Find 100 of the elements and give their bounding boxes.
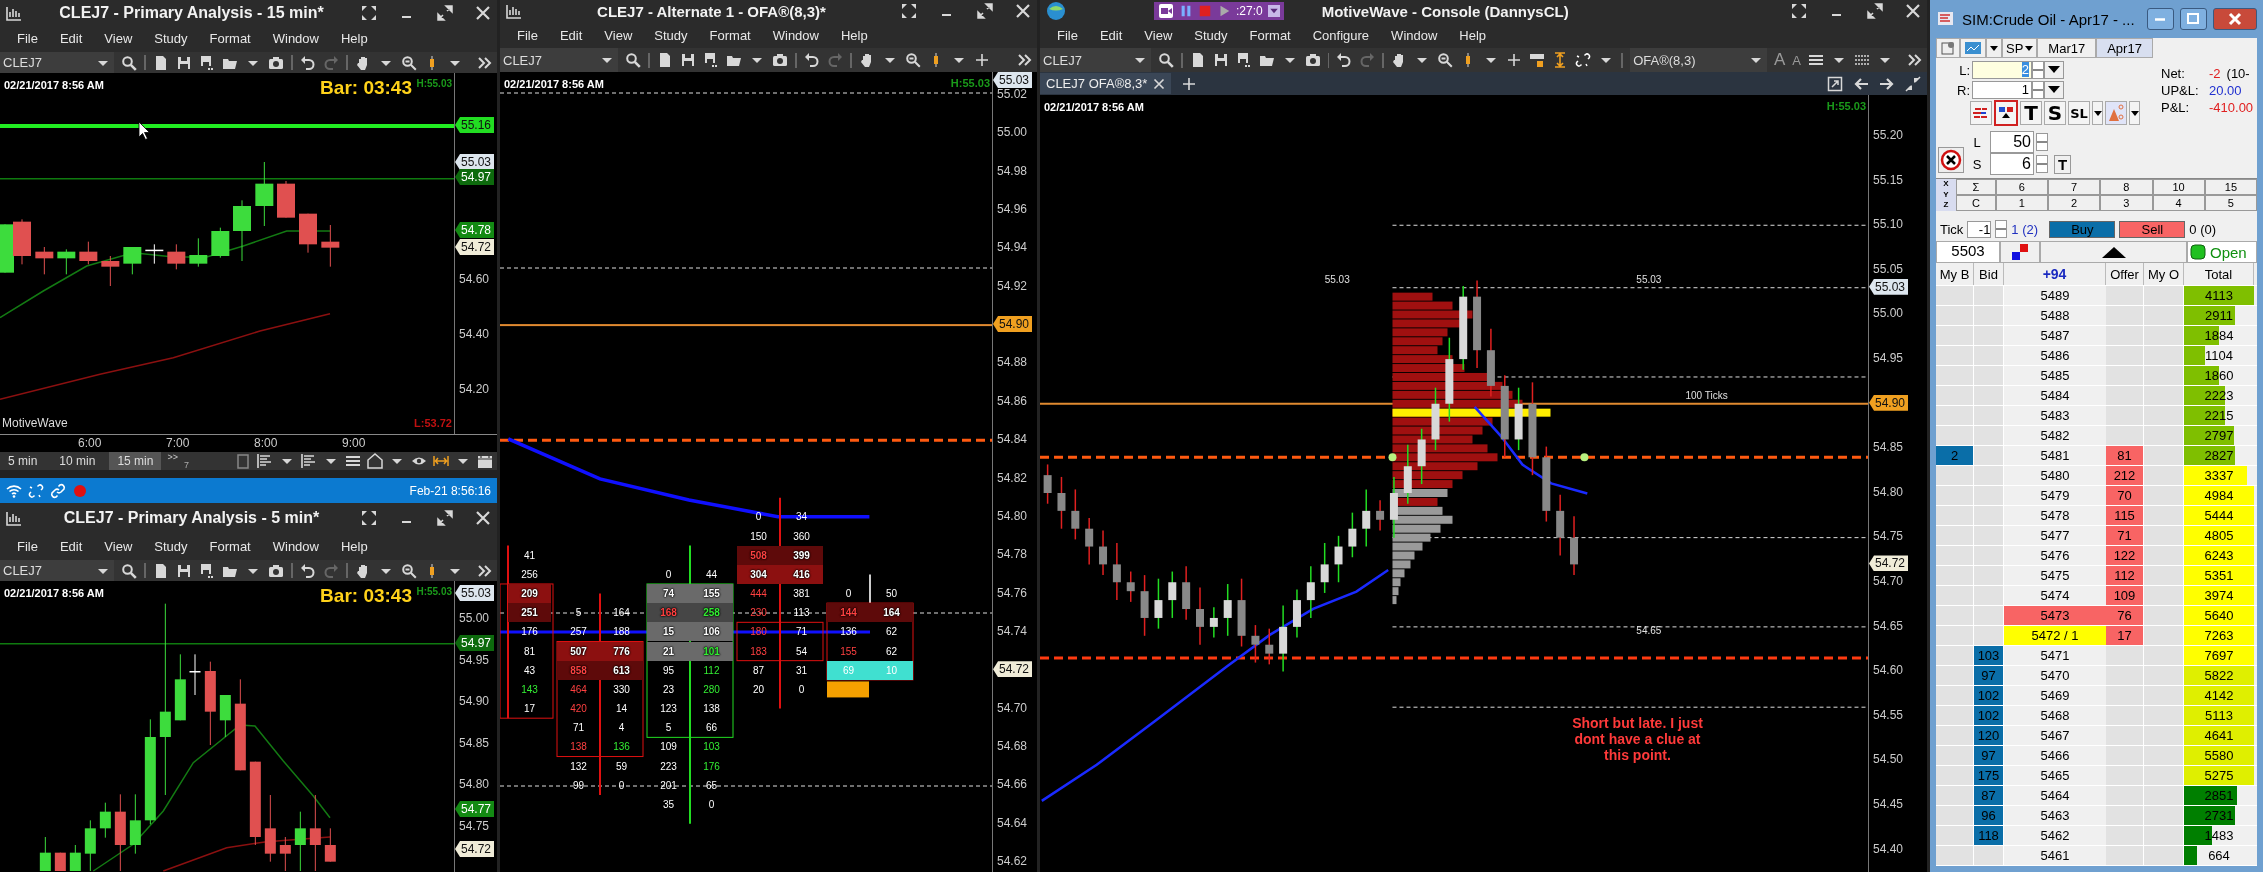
menu-item[interactable]: View: [593, 27, 644, 43]
menu-item[interactable]: Format: [198, 539, 262, 554]
menu-item[interactable]: Help: [830, 27, 879, 43]
menu-item[interactable]: View: [93, 31, 144, 46]
menu-item[interactable]: Configure: [1301, 27, 1381, 43]
price-axis-label: 54.95: [459, 652, 490, 667]
table-cell: 71: [2106, 526, 2144, 545]
price-cell[interactable]: 5473: [2004, 606, 2106, 625]
price-axis-label: 54.94: [997, 240, 1028, 255]
contract-tab[interactable]: Mar17: [2037, 38, 2097, 58]
preset-button[interactable]: Σ: [1956, 179, 1996, 195]
stat-label: UP&L:: [2161, 83, 2200, 98]
menu-item[interactable]: Window: [761, 27, 830, 43]
footprint-volume: 230: [749, 606, 768, 621]
price-field[interactable]: 5503: [1936, 241, 2000, 263]
order-type-button[interactable]: SL: [2068, 101, 2090, 125]
menu-item[interactable]: Study: [143, 31, 199, 46]
footprint-volume: 66: [704, 721, 719, 736]
menu-item[interactable]: Window: [261, 539, 330, 554]
menu-item[interactable]: Edit: [48, 539, 94, 554]
menu-item[interactable]: File: [506, 27, 549, 43]
menu-item[interactable]: File: [6, 31, 49, 46]
menu-item[interactable]: Window: [261, 31, 330, 46]
chart-tab[interactable]: CLEJ7 OFA®8,3*: [1040, 73, 1172, 94]
price-axis-label: 54.40: [1873, 841, 1904, 856]
order-type-button[interactable]: S: [2044, 101, 2066, 125]
menu-item[interactable]: Study: [143, 539, 199, 554]
size-field[interactable]: 6: [1990, 153, 2034, 175]
stat-value: 20.00: [2209, 83, 2242, 98]
preset-button[interactable]: 3: [2100, 195, 2153, 211]
timeframe-tab[interactable]: 15 min: [109, 452, 162, 470]
preset-button[interactable]: 6: [1995, 179, 2048, 195]
menu-item[interactable]: Format: [198, 31, 262, 46]
menu-item[interactable]: Edit: [1088, 27, 1134, 43]
menu-item[interactable]: Edit: [548, 27, 594, 43]
menu-item[interactable]: Edit: [48, 31, 94, 46]
timeframe-tab[interactable]: 10 min: [51, 452, 104, 470]
total-volume: 664: [2207, 848, 2231, 863]
font-size-button[interactable]: A: [1792, 52, 1802, 68]
menu-item[interactable]: Help: [330, 539, 379, 554]
time-axis-label: 6:00: [78, 436, 102, 450]
field-label: L: [1972, 134, 1982, 150]
t-button[interactable]: T: [2054, 154, 2072, 174]
order-type-button[interactable]: T: [2020, 101, 2042, 125]
symbol-dropdown[interactable]: CLEJ7: [1040, 48, 1151, 72]
window-title: CLEJ7 - Primary Analysis - 5 min*: [62, 509, 321, 527]
menu-item[interactable]: Format: [698, 27, 762, 43]
tick-offset-field[interactable]: -1: [1967, 220, 1992, 238]
preset-button[interactable]: 5: [2204, 195, 2257, 211]
timeframe-tab[interactable]: 5 min: [0, 452, 46, 470]
contract-tab[interactable]: Apr17: [2096, 38, 2153, 58]
price-tag: 55.03: [993, 72, 1033, 88]
menu-item[interactable]: Help: [1448, 27, 1498, 43]
menu-item[interactable]: Help: [330, 31, 379, 46]
menu-item[interactable]: Window: [1380, 27, 1449, 43]
sell-button[interactable]: Sell: [2119, 220, 2186, 238]
price-axis-label: 54.80: [459, 777, 490, 791]
menu-item[interactable]: Format: [1238, 27, 1302, 43]
preset-button[interactable]: 15: [2204, 179, 2257, 195]
price-axis-label: 54.65: [1873, 618, 1904, 633]
symbol-dropdown[interactable]: CLEJ7: [0, 52, 115, 73]
symbol-dropdown[interactable]: CLEJ7: [500, 48, 618, 72]
study-dropdown[interactable]: OFA®(8,3): [1630, 48, 1767, 72]
font-size-button[interactable]: A: [1774, 50, 1786, 70]
price-axis-label: 54.88: [997, 355, 1028, 370]
replay-time: :27:0: [1236, 4, 1263, 18]
menu-item[interactable]: Study: [643, 27, 699, 43]
buy-button[interactable]: Buy: [2049, 220, 2116, 238]
status-time: Feb-21 8:56:16: [409, 483, 491, 498]
price-axis-label: 54.40: [459, 327, 490, 341]
more-tabs-button[interactable]: >>: [167, 452, 178, 462]
menu-item[interactable]: File: [1046, 27, 1089, 43]
axis-toggle[interactable]: Z: [1936, 200, 1956, 211]
menu-item[interactable]: Study: [1183, 27, 1239, 43]
menu-item[interactable]: View: [93, 539, 144, 554]
preset-button[interactable]: 2: [2047, 195, 2101, 211]
chart-note: Short but late. I just dont have a clue at this point.: [1571, 715, 1704, 763]
price-cell[interactable]: 5472 / 1: [2004, 626, 2106, 645]
quantity-field[interactable]: 1: [1972, 81, 2032, 99]
menu-item[interactable]: File: [6, 539, 49, 554]
preset-button[interactable]: 8: [2100, 179, 2153, 195]
preset-button[interactable]: 4: [2152, 195, 2205, 211]
preset-button[interactable]: 10: [2152, 179, 2205, 195]
footprint-volume: 136: [839, 625, 858, 640]
price-axis-label: 54.84: [997, 432, 1028, 447]
preset-button[interactable]: C: [1956, 195, 1996, 211]
preset-button[interactable]: 1: [1995, 195, 2048, 211]
price-axis-label: 54.62: [997, 854, 1028, 868]
symbol-dropdown[interactable]: CLEJ7: [0, 560, 115, 581]
size-field[interactable]: 50: [1990, 131, 2034, 153]
axis-toggle[interactable]: X: [1936, 179, 1956, 190]
price-axis-label: 54.86: [997, 393, 1028, 408]
footprint-volume: 132: [569, 759, 588, 774]
price-axis-label: 54.20: [459, 382, 490, 396]
axis-toggle[interactable]: Y: [1936, 189, 1956, 200]
total-volume: 5275: [2203, 768, 2235, 783]
status-text: Open: [2210, 243, 2247, 261]
menu-item[interactable]: View: [1133, 27, 1184, 43]
preset-button[interactable]: 7: [2047, 179, 2101, 195]
account-dropdown[interactable]: SP: [2002, 38, 2038, 58]
